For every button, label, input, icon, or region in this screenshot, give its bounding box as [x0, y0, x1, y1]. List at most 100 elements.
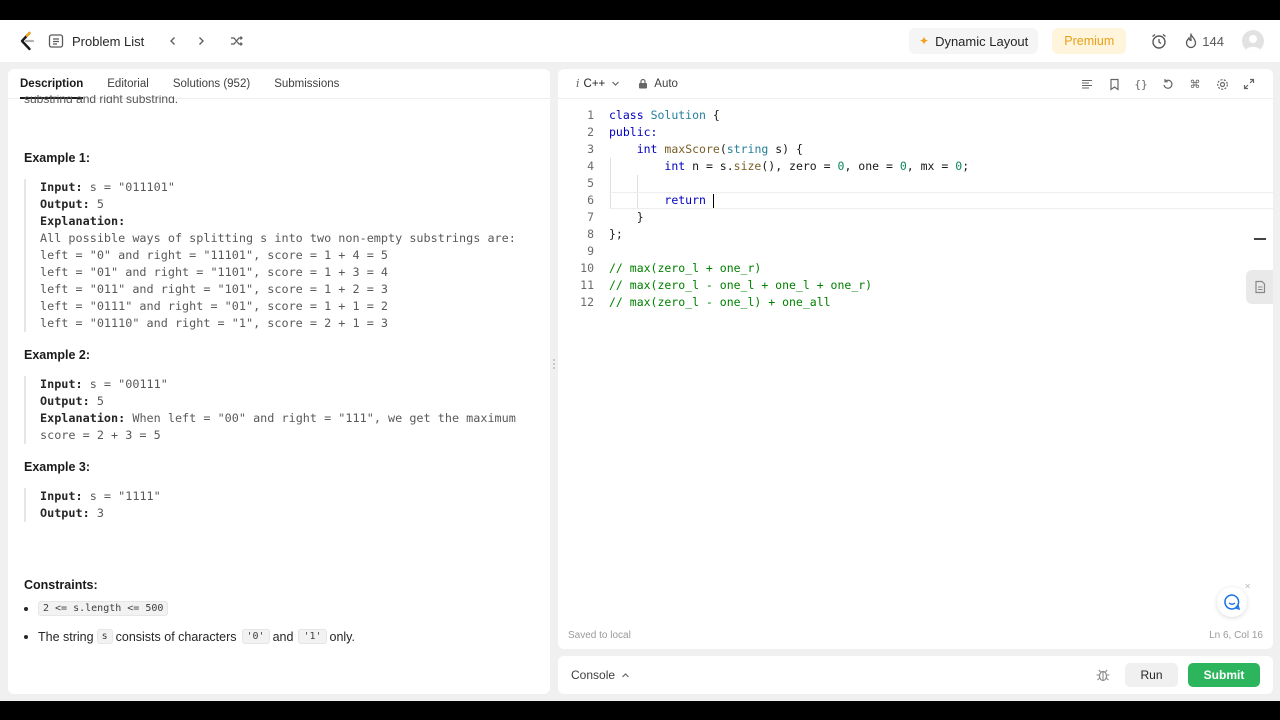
- output-value: 5: [89, 394, 104, 408]
- scrollbar-marker[interactable]: [1254, 238, 1266, 240]
- nav-right-group: ✦ Dynamic Layout Premium 144: [909, 20, 1264, 62]
- nav-left-group: Problem List: [48, 20, 254, 62]
- editor-toolbar: i C++ Auto {} ⌘: [558, 69, 1273, 99]
- notes-side-tab[interactable]: [1246, 270, 1273, 304]
- output-label: Output:: [40, 197, 90, 211]
- code-line: 6 return: [558, 192, 1273, 209]
- example-2-title: Example 2:: [24, 348, 91, 362]
- scrolled-text-fragment: substring and right substring.: [24, 95, 179, 103]
- dynamic-layout-label: Dynamic Layout: [935, 33, 1029, 49]
- inline-code: 2 <= s.length <= 500: [38, 601, 169, 616]
- premium-button[interactable]: Premium: [1052, 28, 1127, 54]
- code-token: , mx =: [906, 159, 956, 173]
- code-token: 0: [899, 159, 907, 173]
- code-token: Solution: [650, 108, 706, 122]
- code-area[interactable]: 1 class Solution { 2 public: 3 int maxScor…: [558, 107, 1273, 311]
- command-icon[interactable]: ⌘: [1187, 76, 1203, 92]
- input-label: Input:: [40, 489, 83, 503]
- input-value: s = "011101": [82, 180, 175, 194]
- run-button[interactable]: Run: [1125, 663, 1178, 687]
- reset-icon[interactable]: [1160, 76, 1176, 92]
- code-token: (), zero =: [761, 159, 838, 173]
- explanation-label: Explanation:: [40, 214, 126, 228]
- timer-button[interactable]: [1146, 28, 1172, 54]
- inline-code: '1': [298, 629, 327, 644]
- prev-problem-button[interactable]: [162, 30, 184, 52]
- output-value: 3: [89, 506, 104, 520]
- problem-list-link[interactable]: Problem List: [72, 34, 144, 49]
- streak-count: 144: [1202, 33, 1224, 49]
- expand-icon[interactable]: [1241, 76, 1257, 92]
- explanation-line: left = "01" and right = "1101", score = …: [40, 265, 389, 279]
- code-token: maxScore: [664, 142, 720, 156]
- language-selector[interactable]: i C++: [576, 77, 638, 90]
- close-icon[interactable]: ✕: [1244, 582, 1251, 591]
- line-number: 4: [587, 159, 594, 173]
- autocomplete-mode[interactable]: Auto: [638, 78, 678, 90]
- braces-icon[interactable]: {}: [1133, 76, 1149, 92]
- leetcode-logo-icon[interactable]: [17, 31, 37, 51]
- constraint-text: consists of characters: [115, 629, 237, 644]
- language-prefix: i: [576, 77, 580, 90]
- code-line: 7 }: [558, 209, 1273, 226]
- top-navbar: Problem List ✦ Dynamic Layout Premium 14…: [0, 20, 1280, 62]
- tab-submissions[interactable]: Submissions: [274, 69, 339, 99]
- code-token: , one =: [844, 159, 900, 173]
- constraint-item: 2 <= s.length <= 500: [24, 601, 171, 616]
- chat-button[interactable]: [1217, 587, 1247, 617]
- line-number: 7: [587, 210, 594, 224]
- constraint-item: The string s consists of characters '0' …: [24, 629, 355, 644]
- shuffle-icon: [231, 36, 244, 46]
- code-line: 2 public:: [558, 124, 1273, 141]
- description-panel: Description Editorial Solutions (952) Su…: [8, 69, 550, 694]
- avatar-icon[interactable]: [1242, 30, 1264, 52]
- code-line: 12 // max(zero_l - one_l) + one_all: [558, 294, 1273, 311]
- format-icon[interactable]: [1079, 76, 1095, 92]
- chat-icon: [1224, 594, 1241, 611]
- code-token: public:: [609, 125, 658, 139]
- bug-icon[interactable]: [1095, 667, 1111, 683]
- code-comment: // max(zero_l - one_l + one_l + one_r): [609, 278, 873, 292]
- inline-code: s: [96, 629, 113, 644]
- explanation-line: left = "0111" and right = "01", score = …: [40, 299, 389, 313]
- streak-counter[interactable]: 144: [1184, 33, 1224, 49]
- line-number: 10: [580, 261, 594, 275]
- problem-list-icon[interactable]: [48, 33, 64, 49]
- input-value: s = "00111": [82, 377, 168, 391]
- example-1-block: Input: s = "011101" Output: 5 Explanatio…: [24, 179, 516, 332]
- input-value: s = "1111": [82, 489, 161, 503]
- settings-icon[interactable]: [1214, 76, 1230, 92]
- submit-button[interactable]: Submit: [1188, 663, 1260, 687]
- bookmark-icon[interactable]: [1106, 76, 1122, 92]
- code-token: size: [733, 159, 762, 173]
- console-label: Console: [571, 668, 616, 682]
- sparkle-icon: ✦: [919, 34, 930, 48]
- dynamic-layout-button[interactable]: ✦ Dynamic Layout: [909, 28, 1039, 54]
- code-editor-panel: i C++ Auto {} ⌘ 1 class Solution {2 pub…: [558, 69, 1273, 649]
- explanation-line: left = "01110" and right = "1", score = …: [40, 316, 389, 330]
- panel-resize-handle[interactable]: [552, 357, 556, 371]
- next-problem-button[interactable]: [190, 30, 212, 52]
- random-problem-button[interactable]: [226, 30, 248, 52]
- chevron-down-icon: [612, 81, 620, 86]
- code-line: 3 int maxScore(string s) {: [558, 141, 1273, 158]
- line-number: 8: [587, 227, 594, 241]
- code-line: 9: [558, 243, 1273, 260]
- example-3-block: Input: s = "1111" Output: 3: [24, 488, 161, 522]
- code-line: 8};: [558, 226, 1273, 243]
- code-line: 1 class Solution {: [558, 107, 1273, 124]
- alarm-clock-icon: [1152, 33, 1167, 49]
- line-number: 5: [587, 176, 594, 190]
- output-value: 5: [89, 197, 104, 211]
- lock-icon: [639, 78, 648, 89]
- code-comment: // max(zero_l - one_l) + one_all: [609, 295, 831, 309]
- line-number: 9: [587, 244, 594, 258]
- console-toggle[interactable]: Console: [571, 656, 630, 694]
- code-line: 11 // max(zero_l - one_l + one_l + one_r): [558, 277, 1273, 294]
- constraint-text: only.: [329, 629, 355, 644]
- explanation-label: Explanation:: [40, 411, 126, 425]
